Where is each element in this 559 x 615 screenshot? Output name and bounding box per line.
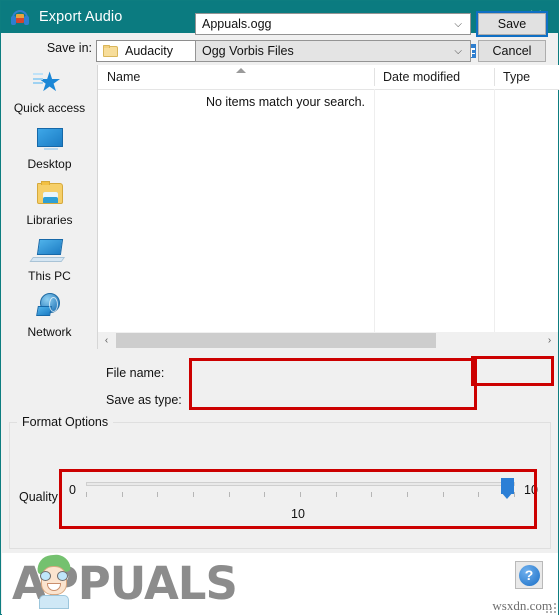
column-header-type[interactable]: Type bbox=[494, 65, 559, 89]
save-as-type-label: Save as type: bbox=[106, 393, 182, 407]
sidebar-item-label: This PC bbox=[28, 269, 71, 283]
save-as-type-value: Ogg Vorbis Files bbox=[202, 44, 294, 58]
star-icon bbox=[32, 67, 67, 99]
empty-list-message: No items match your search. bbox=[205, 95, 366, 109]
cancel-button[interactable]: Cancel bbox=[478, 40, 546, 62]
site-watermark: wsxdn.com bbox=[492, 598, 552, 613]
file-form-area: File name: Save as type: bbox=[2, 349, 558, 415]
sidebar-item-network[interactable]: Network bbox=[2, 289, 97, 345]
column-label: Type bbox=[503, 70, 531, 84]
column-header-row: Name Date modified Type bbox=[98, 65, 559, 90]
sidebar-item-label: Desktop bbox=[27, 157, 72, 171]
export-audio-dialog: Export Audio ✕ Save in: Audacity ⌵ ◀ bbox=[0, 0, 559, 615]
quality-slider-value: 10 bbox=[291, 507, 305, 521]
help-button[interactable]: ? bbox=[515, 561, 543, 589]
file-name-input[interactable] bbox=[202, 17, 455, 31]
question-mark-icon: ? bbox=[518, 564, 540, 586]
resize-grip[interactable] bbox=[546, 603, 556, 613]
quality-slider-thumb[interactable] bbox=[501, 478, 514, 499]
watermark-strip: APPUALS ? wsxdn.com bbox=[2, 553, 558, 615]
column-label: Name bbox=[107, 70, 141, 84]
quality-label: Quality: bbox=[19, 490, 62, 504]
quality-slider-min-label: 0 bbox=[69, 483, 76, 497]
scroll-right-icon[interactable]: › bbox=[541, 332, 558, 349]
quality-slider-max-label: 10 bbox=[524, 483, 538, 497]
sidebar-item-label: Libraries bbox=[26, 213, 73, 227]
scroll-left-icon[interactable]: ‹ bbox=[98, 332, 115, 349]
audacity-headphones-icon bbox=[11, 8, 29, 26]
sort-ascending-icon bbox=[236, 68, 246, 73]
quality-slider-ticks bbox=[86, 492, 515, 498]
chevron-down-icon[interactable]: ⌵ bbox=[454, 19, 462, 30]
appuals-mascot-icon bbox=[31, 553, 77, 609]
sidebar-item-this-pc[interactable]: This PC bbox=[2, 233, 97, 289]
network-globe-icon bbox=[33, 291, 67, 323]
sidebar-item-desktop[interactable]: Desktop bbox=[2, 121, 97, 177]
scrollbar-thumb[interactable] bbox=[116, 333, 436, 348]
sidebar-item-libraries[interactable]: Libraries bbox=[2, 177, 97, 233]
sidebar-item-label: Quick access bbox=[13, 101, 86, 115]
horizontal-scrollbar[interactable]: ‹ › bbox=[97, 332, 558, 349]
places-sidebar: Quick access Desktop Libraries This PC N… bbox=[2, 65, 98, 349]
window-title: Export Audio bbox=[39, 9, 123, 25]
quality-slider-track[interactable] bbox=[86, 482, 515, 486]
column-header-date-modified[interactable]: Date modified bbox=[374, 65, 494, 89]
file-name-combo[interactable]: ⌵ bbox=[195, 13, 471, 35]
column-label: Date modified bbox=[383, 70, 461, 84]
file-name-label: File name: bbox=[106, 366, 165, 380]
chevron-down-icon: ⌵ bbox=[454, 45, 462, 57]
monitor-icon bbox=[33, 123, 67, 155]
format-options-legend: Format Options bbox=[17, 415, 114, 429]
file-list-panel: Name Date modified Type No items match y… bbox=[97, 65, 559, 332]
libraries-folder-icon bbox=[33, 179, 67, 211]
save-as-type-dropdown[interactable]: Ogg Vorbis Files ⌵ bbox=[195, 40, 471, 62]
save-button[interactable]: Save bbox=[476, 11, 548, 37]
computer-icon bbox=[33, 235, 67, 267]
folder-icon bbox=[103, 45, 118, 57]
save-in-label: Save in: bbox=[46, 41, 92, 55]
sidebar-item-quick-access[interactable]: Quick access bbox=[2, 65, 97, 121]
sidebar-item-label: Network bbox=[27, 325, 72, 339]
